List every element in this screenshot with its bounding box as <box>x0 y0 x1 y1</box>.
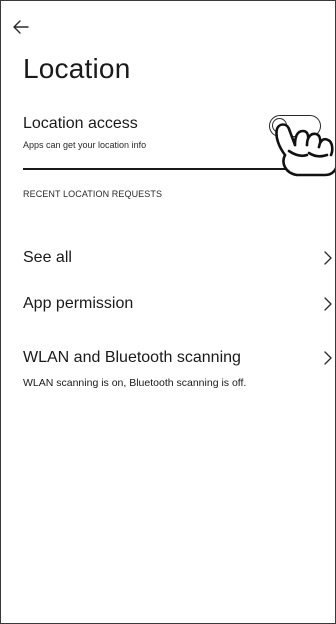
see-all-label: See all <box>23 249 72 266</box>
back-button[interactable] <box>9 15 33 39</box>
wlan-bluetooth-scanning-title: WLAN and Bluetooth scanning <box>23 349 241 366</box>
chevron-right-icon <box>324 297 332 311</box>
app-permission-label: App permission <box>23 295 134 312</box>
location-access-subtitle: Apps can get your location info <box>23 140 147 150</box>
location-settings-screen: Location Location access Apps can get yo… <box>0 0 336 624</box>
wlan-bluetooth-scanning-row[interactable]: WLAN and Bluetooth scanning WLAN scannin… <box>23 349 335 409</box>
location-access-title: Location access <box>23 115 138 132</box>
app-permission-row[interactable]: App permission <box>23 295 335 319</box>
page-title: Location <box>23 53 131 84</box>
arrow-left-icon <box>13 20 29 34</box>
pointing-hand-icon <box>275 123 335 177</box>
chevron-right-icon <box>324 351 332 365</box>
recent-requests-header: RECENT LOCATION REQUESTS <box>23 189 163 199</box>
wlan-bluetooth-scanning-description: WLAN scanning is on, Bluetooth scanning … <box>23 377 247 389</box>
chevron-right-icon <box>324 251 332 265</box>
see-all-row[interactable]: See all <box>23 249 335 273</box>
